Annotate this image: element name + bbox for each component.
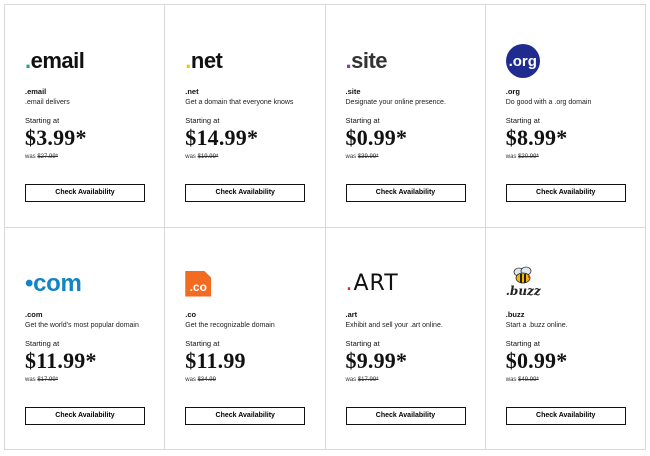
org-logo: .org	[505, 43, 540, 79]
check-availability-button[interactable]: Check Availability	[345, 406, 466, 425]
tld-description: Exhibit and sell your .art online.	[345, 321, 443, 329]
check-availability-button[interactable]: Check Availability	[25, 406, 145, 425]
check-availability-button[interactable]: Check Availability	[505, 406, 626, 425]
tld-name: .org	[505, 87, 520, 96]
tld-name: .net	[185, 87, 199, 96]
buzz-logo: .buzz	[506, 264, 541, 300]
was-price: was $49.99*	[505, 376, 539, 383]
domain-card-net: .net .net Get a domain that everyone kno…	[165, 5, 326, 228]
tld-description: Get a domain that everyone knows	[185, 99, 294, 106]
price: $11.99*	[25, 347, 97, 373]
starting-at-label: Starting at	[25, 338, 60, 348]
domain-grid: .email .email .email delivers Starting a…	[4, 4, 646, 450]
bee-icon	[513, 266, 532, 283]
co-logo: .co	[185, 266, 212, 302]
com-logo: •com	[25, 269, 82, 297]
starting-at-label: Starting at	[505, 338, 540, 348]
tld-name: .buzz	[505, 309, 525, 319]
was-price: was $39.99*	[345, 154, 379, 160]
tld-description: .email delivers	[25, 99, 70, 106]
domain-card-site: .site .site Designate your online presen…	[325, 5, 486, 228]
starting-at-label: Starting at	[185, 338, 220, 348]
net-logo: .net	[185, 48, 223, 73]
tld-name: .email	[25, 87, 47, 96]
domain-card-com: •com .com Get the world’s most popular d…	[5, 227, 166, 450]
domain-card-co: .co .co Get the recognizable domain Star…	[165, 227, 326, 450]
tld-description: Get the world’s most popular domain	[25, 321, 139, 329]
email-logo: .email	[25, 48, 85, 73]
tld-name: .site	[345, 87, 361, 96]
was-price: was $34.99	[185, 376, 216, 383]
tld-description: Designate your online presence.	[345, 99, 446, 106]
check-availability-button[interactable]: Check Availability	[25, 184, 145, 202]
price: $0.99*	[345, 125, 408, 150]
tld-name: .com	[25, 309, 43, 319]
check-availability-button[interactable]: Check Availability	[505, 184, 626, 202]
price: $3.99*	[25, 125, 87, 150]
tld-name: .art	[345, 309, 358, 319]
starting-at-label: Starting at	[345, 338, 380, 348]
domain-card-buzz: .buzz .buzz Start a .buzz online. Starti…	[485, 227, 646, 450]
price: $11.99	[185, 347, 246, 373]
was-price: was $17.99*	[25, 376, 59, 383]
was-price: was $19.99*	[185, 154, 219, 160]
was-price: was $20.99*	[505, 154, 539, 160]
tld-description: Get the recognizable domain	[185, 321, 275, 329]
check-availability-button[interactable]: Check Availability	[185, 406, 306, 425]
was-price: was $27.99*	[25, 154, 59, 160]
domain-card-email: .email .email .email delivers Starting a…	[5, 5, 166, 228]
domain-card-art: .ART .art Exhibit and sell your .art onl…	[325, 227, 486, 450]
price: $8.99*	[505, 125, 568, 150]
price: $9.99*	[345, 347, 408, 373]
was-price: was $17.99*	[345, 376, 379, 383]
check-availability-button[interactable]: Check Availability	[185, 184, 306, 202]
art-logo: .ART	[345, 271, 399, 296]
check-availability-button[interactable]: Check Availability	[345, 184, 466, 202]
domain-card-org: .org .org Do good with a .org domain Sta…	[485, 5, 646, 228]
tld-name: .co	[185, 309, 197, 319]
price: $14.99*	[185, 125, 259, 150]
price: $0.99*	[505, 347, 568, 373]
tld-description: Start a .buzz online.	[505, 321, 568, 329]
site-logo: .site	[345, 48, 388, 73]
tld-description: Do good with a .org domain	[505, 99, 592, 106]
